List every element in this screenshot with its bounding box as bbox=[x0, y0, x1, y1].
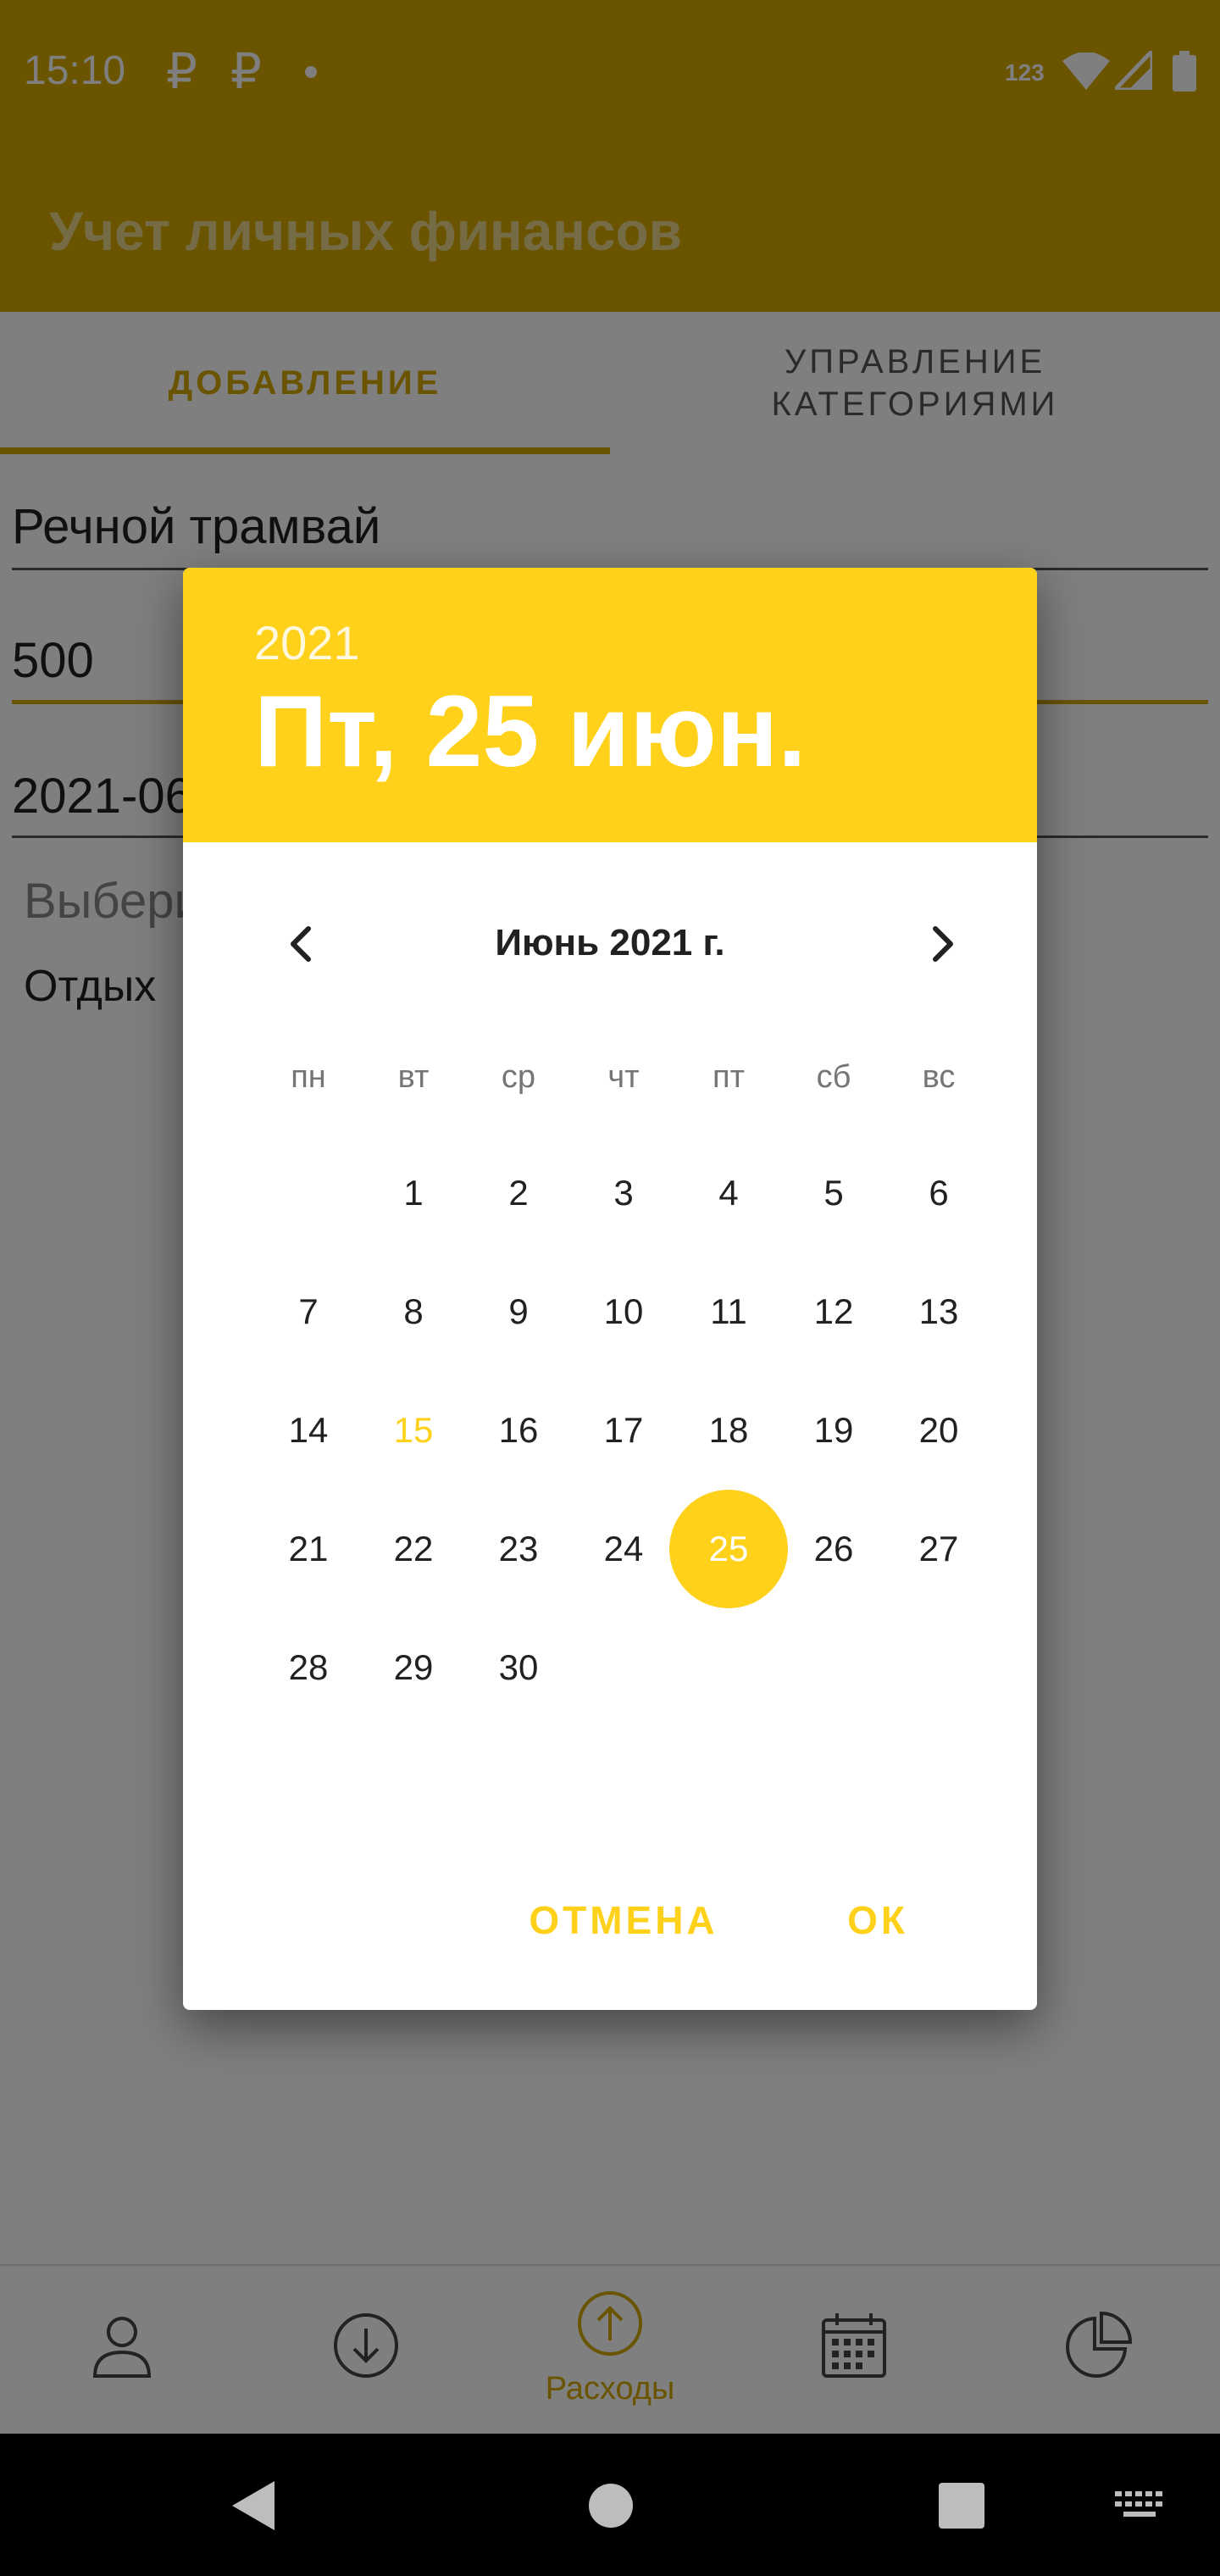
back-icon[interactable] bbox=[225, 2476, 285, 2535]
day-20[interactable]: 20 bbox=[886, 1378, 991, 1483]
weekday-label: ср bbox=[501, 1059, 536, 1095]
weekday-label: пн bbox=[291, 1059, 326, 1095]
day-13[interactable]: 13 bbox=[886, 1259, 991, 1364]
header-year[interactable]: 2021 bbox=[254, 615, 360, 670]
day-11[interactable]: 11 bbox=[676, 1259, 781, 1364]
day-15[interactable]: 15 bbox=[361, 1378, 466, 1483]
day-25[interactable]: 25 bbox=[669, 1490, 788, 1608]
system-navigation-bar bbox=[0, 2434, 1220, 2576]
day-17[interactable]: 17 bbox=[571, 1378, 676, 1483]
date-picker-dialog: 2021 Пт, 25 июн. Июнь 2021 г. пн вт ср чт пт… bbox=[183, 568, 1037, 2010]
chevron-left-icon[interactable] bbox=[268, 910, 336, 978]
weekday-label: вт bbox=[397, 1059, 430, 1095]
day-22[interactable]: 22 bbox=[361, 1496, 466, 1602]
chevron-right-icon[interactable] bbox=[908, 910, 976, 978]
day-30[interactable]: 30 bbox=[466, 1615, 571, 1720]
keyboard-icon[interactable] bbox=[1112, 2476, 1171, 2535]
weekday-label: сб bbox=[816, 1059, 851, 1095]
header-selected-date: Пт, 25 июн. bbox=[254, 675, 807, 788]
day-9[interactable]: 9 bbox=[466, 1259, 571, 1364]
weekday-label: пт bbox=[713, 1059, 745, 1095]
day-18[interactable]: 18 bbox=[676, 1378, 781, 1483]
day-27[interactable]: 27 bbox=[886, 1496, 991, 1602]
day-7[interactable]: 7 bbox=[256, 1259, 361, 1364]
cancel-button[interactable]: ОТМЕНА bbox=[505, 1886, 742, 1954]
day-1[interactable]: 1 bbox=[361, 1141, 466, 1246]
day-19[interactable]: 19 bbox=[781, 1378, 886, 1483]
ok-button[interactable]: ОК bbox=[810, 1886, 946, 1954]
home-icon[interactable] bbox=[581, 2476, 640, 2535]
day-6[interactable]: 6 bbox=[886, 1141, 991, 1246]
day-23[interactable]: 23 bbox=[466, 1496, 571, 1602]
day-29[interactable]: 29 bbox=[361, 1615, 466, 1720]
day-24[interactable]: 24 bbox=[571, 1496, 676, 1602]
day-12[interactable]: 12 bbox=[781, 1259, 886, 1364]
day-10[interactable]: 10 bbox=[571, 1259, 676, 1364]
day-14[interactable]: 14 bbox=[256, 1378, 361, 1483]
day-8[interactable]: 8 bbox=[361, 1259, 466, 1364]
month-label: Июнь 2021 г. bbox=[495, 922, 725, 963]
weekday-label: вс bbox=[922, 1059, 956, 1095]
day-21[interactable]: 21 bbox=[256, 1496, 361, 1602]
recents-icon[interactable] bbox=[932, 2476, 991, 2535]
day-5[interactable]: 5 bbox=[781, 1141, 886, 1246]
day-2[interactable]: 2 bbox=[466, 1141, 571, 1246]
day-16[interactable]: 16 bbox=[466, 1378, 571, 1483]
date-picker-header: 2021 Пт, 25 июн. bbox=[183, 568, 1037, 842]
day-3[interactable]: 3 bbox=[571, 1141, 676, 1246]
day-28[interactable]: 28 bbox=[256, 1615, 361, 1720]
weekday-label: чт bbox=[607, 1059, 640, 1095]
day-26[interactable]: 26 bbox=[781, 1496, 886, 1602]
day-4[interactable]: 4 bbox=[676, 1141, 781, 1246]
